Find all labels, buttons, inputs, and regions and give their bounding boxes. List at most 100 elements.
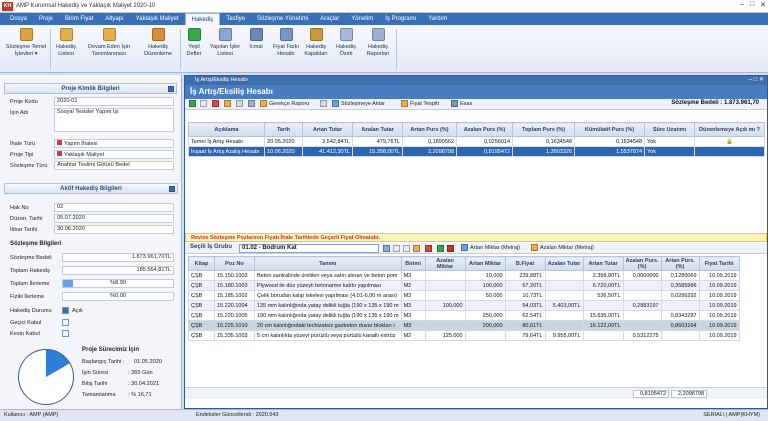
table-cell[interactable]: M2 [400,280,426,291]
delete-icon[interactable] [212,100,219,107]
column-header[interactable]: B.Fiyat [504,256,546,271]
table-cell[interactable]: 5.403,00TL [544,300,584,311]
table-row[interactable]: ÇŞB 15.225.1010 20 cm kalınlığındaki techi… [188,320,740,331]
table-cell[interactable]: 10.09.2019 [698,320,740,331]
table-cell[interactable] [622,320,662,331]
menu-item[interactable]: İş Programı [379,13,422,25]
column-header[interactable]: Artan Purs. (%) [660,256,700,271]
table-row[interactable]: ÇŞB 15.180.1003 Plywood ile düz yüzeyli be… [188,280,740,291]
table-cell[interactable]: İnşaat İş Artış Azalış Hesabı [188,146,265,157]
table-cell[interactable]: 0,0286292 [660,290,700,301]
check-icon[interactable] [437,245,444,252]
table-cell[interactable]: 50,000 [464,290,506,301]
collapse-icon[interactable] [169,186,175,192]
table-cell[interactable] [464,330,506,341]
esas-button[interactable]: Esas [451,100,472,107]
ribbon-button[interactable]: Fiyat Farkı Hesabı [272,28,300,57]
table-cell[interactable] [424,320,466,331]
project-section-title[interactable]: Proje Kimlik Bilgileri [4,83,177,94]
table-cell[interactable]: Çelik borudan kalıp iskelesi yapılması (… [254,290,402,301]
edit-icon[interactable] [200,100,207,107]
column-header[interactable]: Birimi [400,256,426,271]
table-cell[interactable]: 100,000 [464,280,506,291]
table-cell[interactable] [424,270,466,281]
column-header[interactable]: Toplam Purs (%) [512,122,575,137]
table-cell[interactable]: 135 mm kalınlığında yatay delikli tuğla … [254,300,402,311]
table-cell[interactable]: 0,1890562 [402,136,457,147]
ribbon-button[interactable]: İcmal [242,28,270,51]
table-cell[interactable]: 0,8603164 [660,320,700,331]
proje-kodu-value[interactable]: 2020-01 [54,97,174,106]
table-cell[interactable]: 20 cm kalınlığındaki techizatsız gazbeto… [254,320,402,331]
table-cell[interactable]: 2,2098798 [402,146,457,157]
column-header[interactable]: Açıklama [188,122,265,137]
table-cell[interactable]: 6.720,00TL [582,280,624,291]
table-cell[interactable]: 3.542,84TL [302,136,353,147]
itibar-tarihi-value[interactable]: 30.06.2020 [54,225,174,234]
table-cell[interactable]: Yok [644,146,695,157]
table-cell[interactable] [622,310,662,321]
kesin-kabul-checkbox[interactable] [62,330,69,337]
add-icon[interactable] [189,100,196,107]
column-header[interactable]: Poz No [214,256,255,271]
table-cell[interactable]: 0,8343287 [660,310,700,321]
menu-item[interactable]: Tasfiye [220,13,251,25]
table-row[interactable]: İnşaat İş Artış Azalış Hesabı 10.06.2020 4… [188,146,765,157]
table-cell[interactable]: 15.220.1004 [214,300,255,311]
ribbon-button[interactable]: Sözleşme Temel İşlevleri ▾ [2,28,50,57]
table-cell[interactable] [622,290,662,301]
table-cell[interactable]: 239,88TL [504,270,546,281]
hakedis-durumu-toggle[interactable] [62,307,69,314]
menu-item[interactable]: Dosya [4,13,33,25]
table-cell[interactable]: ÇŞB [188,270,215,281]
table-row[interactable]: Temel İş Artış Hesabı 20.05.2020 3.542,84T… [188,136,765,147]
table-cell[interactable]: Yok [644,136,695,147]
ribbon-button[interactable]: Hakediş Kapakları [300,28,332,57]
column-header[interactable]: Tarih [264,122,303,137]
grid-icon[interactable] [236,100,243,107]
table-cell[interactable]: ÇŞB [188,310,215,321]
column-header[interactable]: Süre Uzatımı [644,122,695,137]
table-cell[interactable]: 536,50TL [582,290,624,301]
table-cell[interactable]: 125,000 [424,330,466,341]
table-cell[interactable]: 200,000 [464,320,506,331]
menu-item[interactable]: Yardım [422,13,453,25]
table-cell[interactable] [464,300,506,311]
proje-tipi-value[interactable]: Yaklaşık Maliyet [54,150,174,159]
table-cell[interactable]: 15.220.1005 [214,310,255,321]
table-cell[interactable] [544,320,584,331]
table-cell[interactable]: 0,1634548 [574,136,645,147]
table-row[interactable]: ÇŞB 15.220.1005 190 mm kalınlığında yatay … [188,310,740,321]
table-cell[interactable]: 100,000 [424,300,466,311]
table-row[interactable]: ÇŞB 15.185.1002 Çelik borudan kalıp iskele… [188,290,740,301]
table-cell[interactable]: ÇŞB [188,330,215,341]
copy-icon[interactable] [393,245,400,252]
column-header[interactable]: Kitap [188,256,215,271]
table-cell[interactable]: M3 [400,310,426,321]
table-cell[interactable]: 10,73TL [504,290,546,301]
sozlesmeye-aktar-button[interactable]: Sözleşmeye Aktar [332,100,385,107]
save-icon[interactable] [383,245,390,252]
column-header[interactable]: Artan Tutar [582,256,624,271]
table-row[interactable]: ÇŞB 15.335.1003 5 cm kalınlıkta yüzeyi pür… [188,330,740,341]
table-cell[interactable]: 15.358,00TL [352,146,403,157]
table-cell[interactable]: 79,64TL [504,330,546,341]
table-cell[interactable]: ÇŞB [188,290,215,301]
table-cell[interactable] [544,310,584,321]
column-header[interactable]: Azalan Purs (%) [456,122,513,137]
table-cell[interactable]: 🔒 [694,136,765,147]
hak-no-value[interactable]: 02 [54,203,174,212]
table-cell[interactable] [582,330,624,341]
table-cell[interactable] [544,270,584,281]
minimize-icon[interactable]: – [740,1,744,9]
table-cell[interactable]: ÇŞB [188,320,215,331]
table-cell[interactable]: 9.955,00TL [544,330,584,341]
table-cell[interactable]: 80,61TL [504,320,546,331]
table-cell[interactable]: M3 [400,290,426,301]
table-cell[interactable]: Beton santralinde üretilen veya satın al… [254,270,402,281]
table-cell[interactable]: 20.05.2020 [264,136,303,147]
table-cell[interactable] [694,146,765,157]
table-cell[interactable]: 0,0000000 [622,270,662,281]
maximize-icon[interactable]: □ [750,1,754,9]
table-cell[interactable] [622,280,662,291]
